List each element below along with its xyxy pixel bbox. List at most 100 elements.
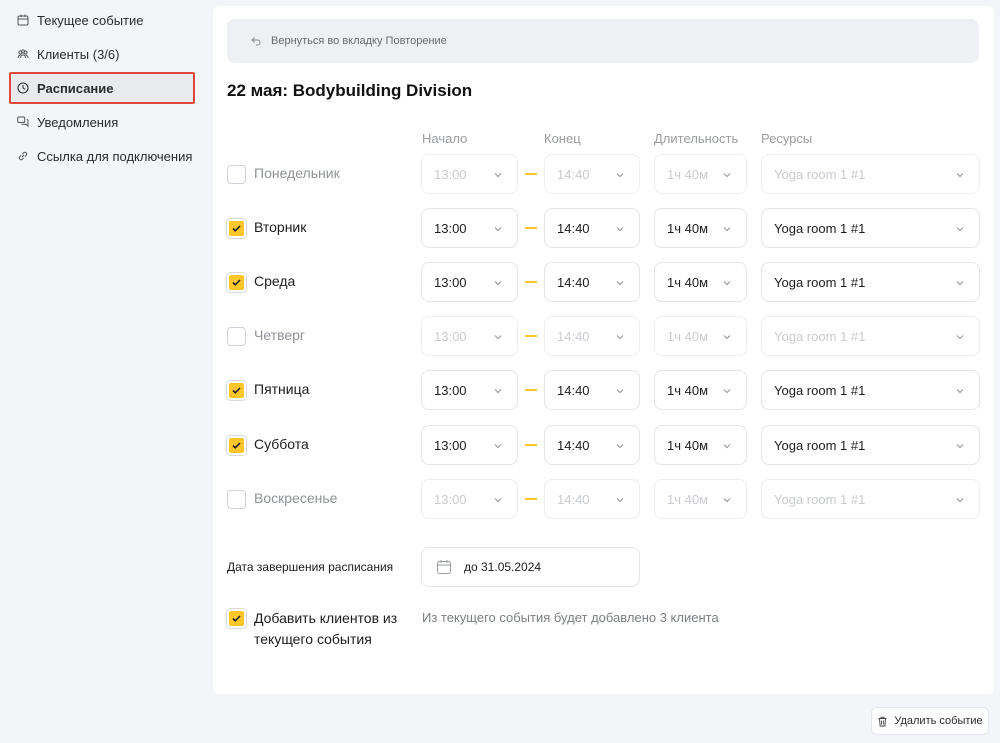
resource-value: Yoga room 1 #1: [774, 166, 866, 182]
add-clients-checkbox[interactable]: [227, 609, 246, 628]
sidebar-item-current-event[interactable]: Текущее событие: [9, 4, 195, 36]
schedule-row: Воскресенье 13:00 14:40 1ч 40м Yoga room 1 #…: [213, 479, 994, 519]
end-date-value: до 31.05.2024: [464, 560, 542, 574]
start-time-select[interactable]: 13:00: [421, 262, 518, 302]
end-time-select[interactable]: 14:40: [544, 208, 640, 248]
duration-value: 1ч 40м: [667, 491, 709, 507]
end-time-value: 14:40: [557, 382, 590, 398]
end-time-select[interactable]: 14:40: [544, 262, 640, 302]
end-time-select[interactable]: 14:40: [544, 154, 640, 194]
day-checkbox[interactable]: [227, 165, 246, 184]
chevron-down-icon: [722, 441, 732, 451]
sidebar-item-schedule[interactable]: Расписание: [9, 72, 195, 104]
end-time-select[interactable]: 14:40: [544, 425, 640, 465]
sidebar-item-connection-link[interactable]: Ссылка для подключения: [9, 140, 195, 172]
duration-select[interactable]: 1ч 40м: [654, 262, 747, 302]
start-time-value: 13:00: [434, 437, 467, 453]
sidebar-item-label: Расписание: [37, 80, 114, 96]
day-checkbox[interactable]: [227, 219, 246, 238]
day-checkbox[interactable]: [227, 436, 246, 455]
end-time-value: 14:40: [557, 328, 590, 344]
start-time-value: 13:00: [434, 328, 467, 344]
schedule-row: Понедельник 13:00 14:40 1ч 40м Yoga room 1 #…: [213, 154, 994, 194]
start-time-select[interactable]: 13:00: [421, 425, 518, 465]
chevron-down-icon: [722, 495, 732, 505]
chevron-down-icon: [955, 495, 965, 505]
chevron-down-icon: [615, 278, 625, 288]
day-checkbox[interactable]: [227, 273, 246, 292]
end-time-value: 14:40: [557, 220, 590, 236]
chevron-down-icon: [493, 278, 503, 288]
day-label: Четверг: [254, 327, 306, 343]
schedule-row: Четверг 13:00 14:40 1ч 40м Yoga room 1 #1: [213, 316, 994, 356]
resource-select[interactable]: Yoga room 1 #1: [761, 425, 980, 465]
sidebar-item-label: Клиенты (3/6): [37, 46, 120, 62]
start-time-value: 13:00: [434, 491, 467, 507]
start-time-select[interactable]: 13:00: [421, 154, 518, 194]
duration-select[interactable]: 1ч 40м: [654, 316, 747, 356]
duration-select[interactable]: 1ч 40м: [654, 425, 747, 465]
time-range-dash: [525, 389, 537, 391]
chevron-down-icon: [615, 170, 625, 180]
back-to-repeat-link[interactable]: Вернуться во вкладку Повторение: [227, 19, 979, 63]
duration-value: 1ч 40м: [667, 382, 709, 398]
trash-icon: [877, 716, 888, 727]
end-time-select[interactable]: 14:40: [544, 479, 640, 519]
clock-icon: [17, 82, 29, 94]
checkmark-icon: [232, 615, 241, 622]
start-time-select[interactable]: 13:00: [421, 479, 518, 519]
resource-select[interactable]: Yoga room 1 #1: [761, 479, 980, 519]
resource-select[interactable]: Yoga room 1 #1: [761, 208, 980, 248]
end-time-select[interactable]: 14:40: [544, 370, 640, 410]
sidebar-item-notifications[interactable]: Уведомления: [9, 106, 195, 138]
users-icon: [17, 48, 29, 60]
schedule-row: Пятница 13:00 14:40 1ч 40м Yoga room 1 #1: [213, 370, 994, 410]
sidebar-item-clients[interactable]: Клиенты (3/6): [9, 38, 195, 70]
day-label: Среда: [254, 273, 296, 289]
chevron-down-icon: [493, 332, 503, 342]
start-time-value: 13:00: [434, 382, 467, 398]
end-time-value: 14:40: [557, 166, 590, 182]
end-date-field[interactable]: до 31.05.2024: [421, 547, 640, 587]
resource-select[interactable]: Yoga room 1 #1: [761, 154, 980, 194]
checkmark-icon: [232, 225, 241, 232]
calendar-icon: [17, 14, 29, 26]
resource-value: Yoga room 1 #1: [774, 220, 866, 236]
start-time-select[interactable]: 13:00: [421, 208, 518, 248]
day-checkbox[interactable]: [227, 381, 246, 400]
day-checkbox[interactable]: [227, 490, 246, 509]
day-label: Суббота: [254, 436, 309, 452]
day-label: Воскресенье: [254, 490, 338, 506]
duration-select[interactable]: 1ч 40м: [654, 154, 747, 194]
resource-select[interactable]: Yoga room 1 #1: [761, 262, 980, 302]
start-time-select[interactable]: 13:00: [421, 370, 518, 410]
duration-value: 1ч 40м: [667, 328, 709, 344]
chevron-down-icon: [722, 224, 732, 234]
chevron-down-icon: [955, 386, 965, 396]
chevron-down-icon: [722, 170, 732, 180]
start-time-select[interactable]: 13:00: [421, 316, 518, 356]
add-clients-note: Из текущего события будет добавлено 3 кл…: [422, 610, 719, 625]
end-time-select[interactable]: 14:40: [544, 316, 640, 356]
end-date-label: Дата завершения расписания: [227, 560, 394, 574]
resource-select[interactable]: Yoga room 1 #1: [761, 370, 980, 410]
day-checkbox[interactable]: [227, 327, 246, 346]
duration-select[interactable]: 1ч 40м: [654, 208, 747, 248]
schedule-row: Среда 13:00 14:40 1ч 40м Yoga room 1 #1: [213, 262, 994, 302]
duration-select[interactable]: 1ч 40м: [654, 479, 747, 519]
sidebar-item-label: Текущее событие: [37, 12, 144, 28]
day-label: Понедельник: [254, 165, 340, 181]
sidebar-item-label: Уведомления: [37, 114, 119, 130]
day-label: Пятница: [254, 381, 310, 397]
chevron-down-icon: [722, 332, 732, 342]
chevron-down-icon: [955, 278, 965, 288]
chevron-down-icon: [722, 386, 732, 396]
duration-select[interactable]: 1ч 40м: [654, 370, 747, 410]
resource-value: Yoga room 1 #1: [774, 491, 866, 507]
schedule-row: Суббота 13:00 14:40 1ч 40м Yoga room 1 #1: [213, 425, 994, 465]
add-clients-label: Добавить клиентов из текущего события: [254, 610, 398, 647]
chevron-down-icon: [955, 441, 965, 451]
delete-event-button[interactable]: Удалить событие: [871, 707, 989, 735]
chevron-down-icon: [722, 278, 732, 288]
resource-select[interactable]: Yoga room 1 #1: [761, 316, 980, 356]
